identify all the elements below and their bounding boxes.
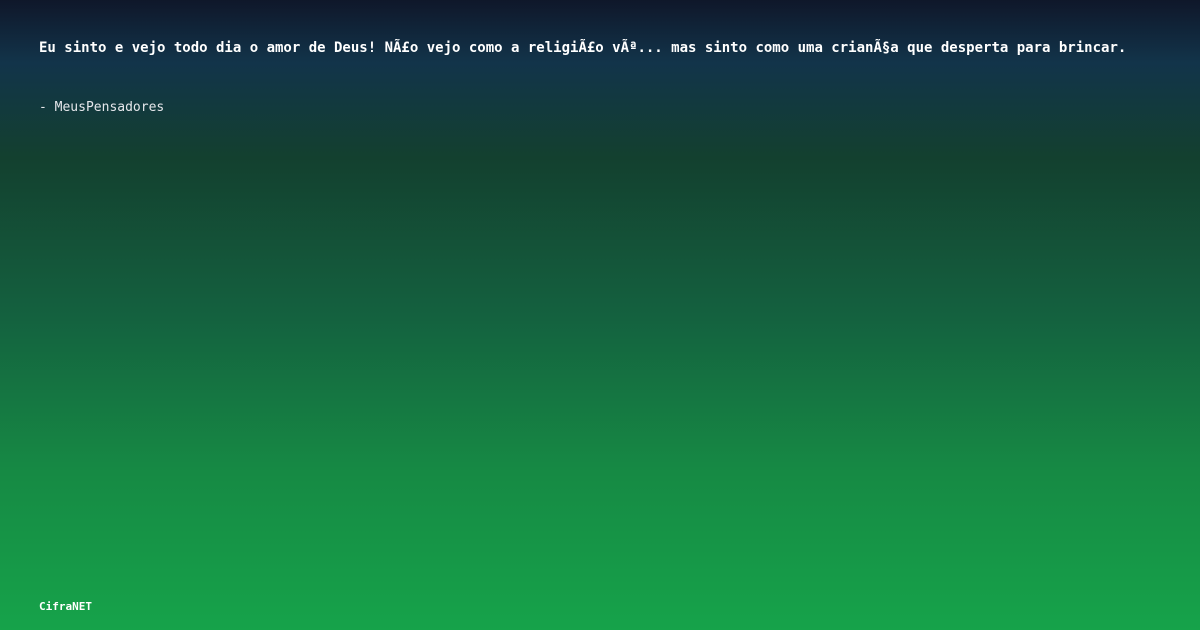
- brand-logo-text: CifraNET: [39, 600, 92, 613]
- quote-text: Eu sinto e vejo todo dia o amor de Deus!…: [39, 40, 1127, 56]
- quote-author: - MeusPensadores: [39, 100, 165, 115]
